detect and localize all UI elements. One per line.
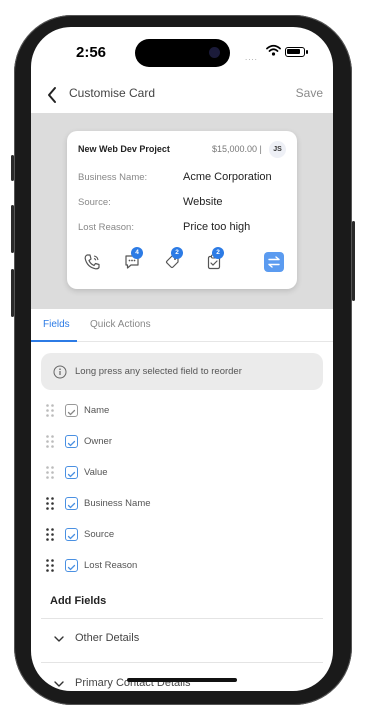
field-checkbox[interactable] — [65, 466, 78, 479]
nav-header: Customise Card Save — [31, 79, 333, 111]
drag-handle-icon[interactable] — [46, 497, 54, 510]
field-label: Value — [84, 467, 108, 478]
camera-icon — [209, 47, 220, 58]
field-row[interactable]: Owner — [31, 432, 333, 452]
field-label: Business Name — [84, 498, 151, 509]
swap-button[interactable] — [264, 252, 284, 272]
info-text: Long press any selected field to reorder — [75, 366, 242, 377]
app-screen: 2:56 .... Customise Card Save New Web De… — [31, 27, 333, 691]
check-icon — [67, 533, 76, 540]
divider — [41, 618, 323, 619]
notes-badge: 4 — [131, 247, 143, 259]
phone-icon[interactable] — [83, 253, 101, 271]
field-row[interactable]: Value — [31, 463, 333, 483]
status-time: 2:56 — [76, 44, 107, 61]
card-row-value: Acme Corporation — [183, 171, 272, 183]
section-label: Other Details — [75, 632, 140, 644]
divider — [41, 662, 323, 663]
card-row-label: Lost Reason: — [78, 222, 134, 233]
info-banner: Long press any selected field to reorder — [41, 353, 323, 390]
check-icon — [67, 409, 76, 416]
field-checkbox[interactable] — [65, 404, 78, 417]
drag-handle-icon[interactable] — [46, 404, 54, 417]
section-other-details[interactable]: Other Details — [31, 625, 333, 655]
field-label: Lost Reason — [84, 560, 138, 571]
side-button — [11, 269, 14, 317]
field-row[interactable]: Name — [31, 401, 333, 421]
tab-fields[interactable]: Fields — [43, 319, 70, 330]
tab-bar: Fields Quick Actions — [31, 309, 333, 342]
field-label: Owner — [84, 436, 112, 447]
field-label: Source — [84, 529, 115, 540]
preview-card: New Web Dev Project $15,000.00 | JS Busi… — [67, 131, 297, 289]
card-preview-area: New Web Dev Project $15,000.00 | JS Busi… — [31, 113, 333, 309]
card-row-value: Website — [183, 196, 223, 208]
side-button — [11, 205, 14, 253]
back-chevron-icon[interactable] — [45, 85, 59, 105]
save-button[interactable]: Save — [296, 86, 323, 100]
check-icon — [67, 502, 76, 509]
add-fields-heading: Add Fields — [50, 595, 107, 607]
check-icon — [67, 471, 76, 478]
active-tab-indicator — [31, 340, 77, 342]
drag-handle-icon[interactable] — [46, 435, 54, 448]
card-row-value: Price too high — [183, 221, 251, 233]
status-bar: 2:56 .... — [31, 27, 333, 79]
chevron-down-icon — [54, 681, 64, 687]
card-title: New Web Dev Project — [78, 144, 170, 154]
card-row-label: Source: — [78, 197, 111, 208]
avatar: JS — [269, 141, 286, 158]
drag-handle-icon[interactable] — [46, 559, 54, 572]
field-checkbox[interactable] — [65, 528, 78, 541]
home-indicator — [127, 678, 237, 682]
side-button — [352, 221, 355, 301]
field-label: Name — [84, 405, 110, 416]
tasks-badge: 2 — [212, 247, 224, 259]
side-button — [11, 155, 14, 181]
chevron-down-icon — [54, 636, 64, 642]
card-row-label: Business Name: — [78, 172, 148, 183]
wifi-icon — [266, 44, 281, 56]
drag-handle-icon[interactable] — [46, 528, 54, 541]
swap-arrows-icon — [268, 256, 280, 268]
tab-quick-actions[interactable]: Quick Actions — [90, 319, 151, 330]
battery-icon — [285, 47, 308, 57]
page-title: Customise Card — [69, 86, 156, 100]
dynamic-island — [135, 39, 230, 67]
drag-handle-icon[interactable] — [46, 466, 54, 479]
field-row[interactable]: Source — [31, 525, 333, 545]
field-row[interactable]: Lost Reason — [31, 556, 333, 576]
tags-badge: 2 — [171, 247, 183, 259]
field-checkbox[interactable] — [65, 435, 78, 448]
field-checkbox[interactable] — [65, 497, 78, 510]
check-icon — [67, 564, 76, 571]
field-checkbox[interactable] — [65, 559, 78, 572]
info-icon — [53, 365, 67, 379]
signal-icon: .... — [245, 53, 258, 62]
card-amount: $15,000.00 | — [212, 144, 262, 154]
field-row[interactable]: Business Name — [31, 494, 333, 514]
check-icon — [67, 440, 76, 447]
